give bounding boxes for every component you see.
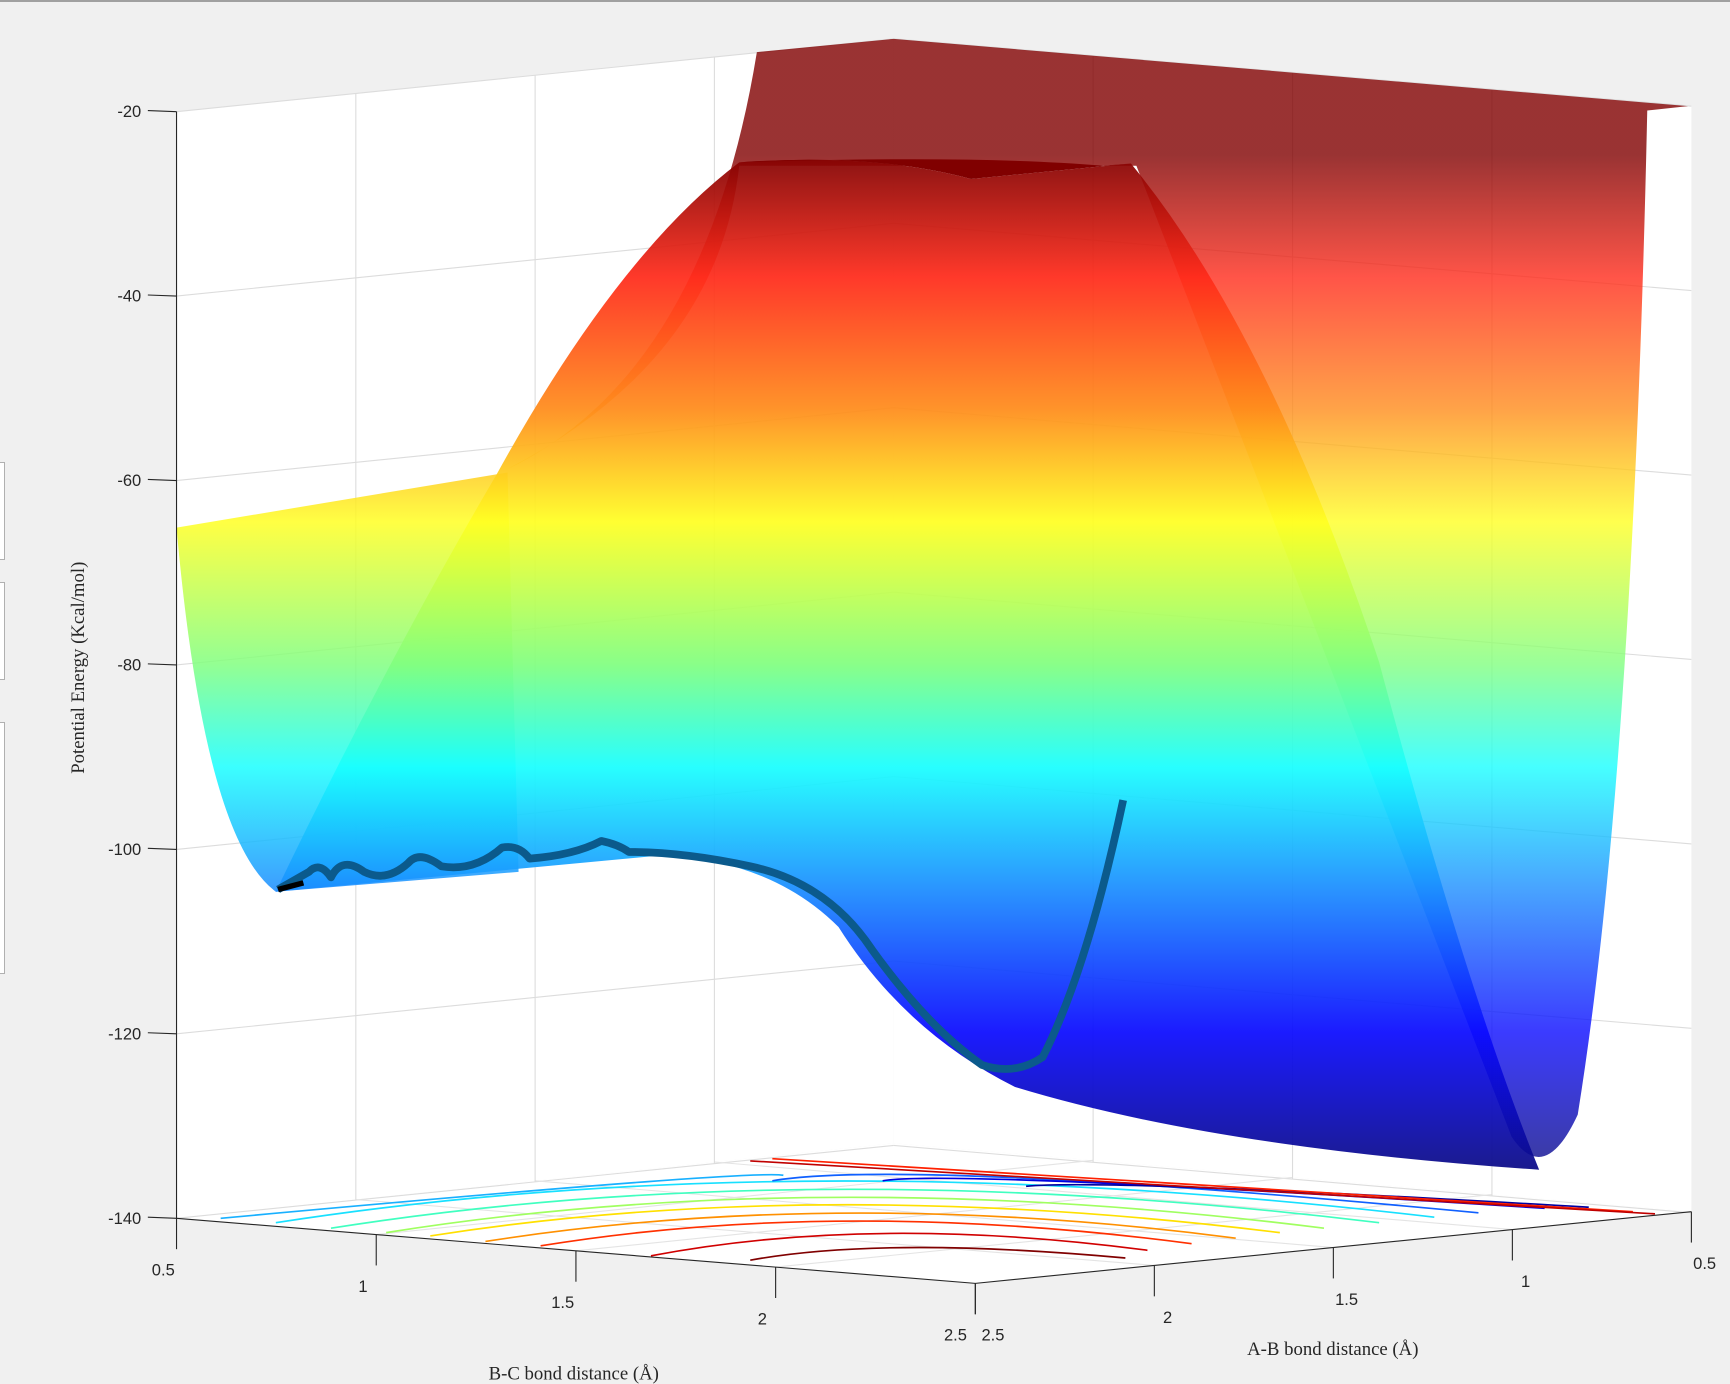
z-tick-label: -80: [117, 655, 141, 674]
z-tick: [147, 1216, 177, 1219]
z-axis-label: Potential Energy (Kcal/mol): [68, 562, 89, 774]
z-tick: [147, 110, 177, 113]
surface-plot[interactable]: -20 -40 -60 -80 -100 -120 -140 0.5 1 1.5 2 2.5 0.5 1 1…: [0, 0, 1730, 1384]
y-tick-label: 2: [1163, 1308, 1172, 1327]
y-tick-label: 0.5: [1693, 1254, 1716, 1273]
y-tick-label: 2.5: [981, 1326, 1004, 1345]
z-tick-label: -20: [117, 102, 141, 121]
z-tick-label: -120: [108, 1024, 141, 1043]
x-tick-label: 1.5: [551, 1293, 574, 1312]
z-tick: [147, 294, 177, 297]
y-axis-label: A-B bond distance (Å): [1247, 1339, 1418, 1360]
y-tick-label: 1.5: [1335, 1290, 1358, 1309]
z-tick: [147, 1032, 177, 1035]
x-tick-label: 2.5: [944, 1326, 967, 1345]
z-tick-label: -140: [108, 1209, 141, 1228]
z-tick-label: -100: [108, 840, 141, 859]
z-tick: [147, 663, 177, 666]
z-tick: [147, 847, 177, 850]
z-tick-label: -60: [117, 471, 141, 490]
x-tick-label: 2: [758, 1309, 767, 1328]
x-tick-label: 1: [358, 1277, 367, 1296]
y-tick-label: 1: [1521, 1272, 1530, 1291]
z-tick-label: -40: [117, 287, 141, 306]
x-axis-label: B-C bond distance (Å): [489, 1363, 659, 1384]
z-tick: [147, 478, 177, 482]
x-tick-label: 0.5: [152, 1261, 175, 1280]
